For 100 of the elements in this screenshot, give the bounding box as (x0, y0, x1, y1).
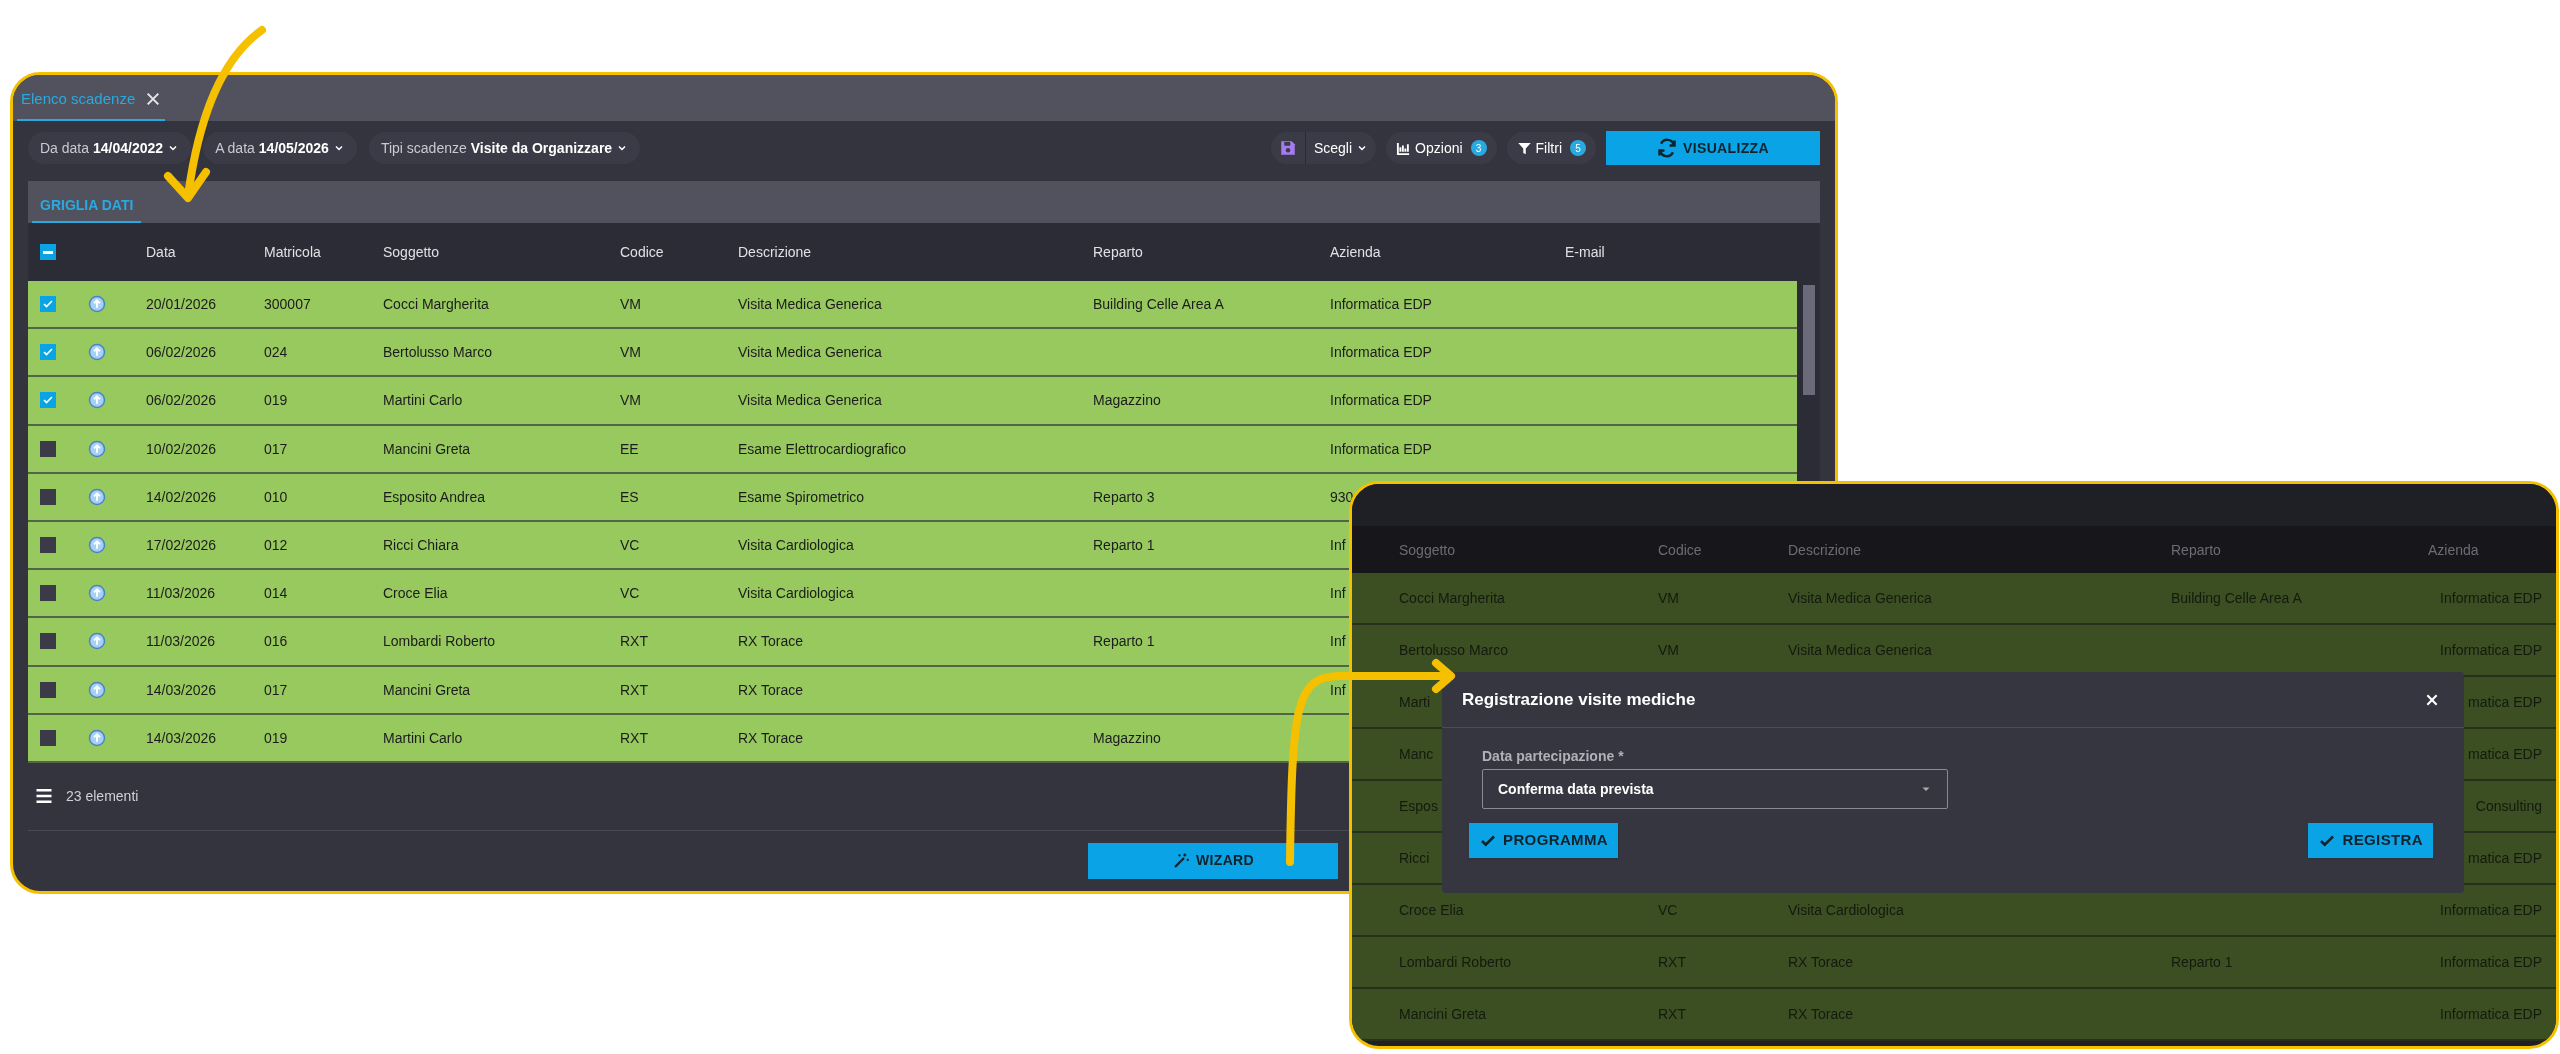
table-cell: 016 (264, 633, 288, 650)
table-cell: Visita Medica Generica (738, 392, 882, 409)
table-cell: Visita Medica Generica (738, 344, 882, 361)
table-cell: 14/03/2026 (146, 681, 217, 698)
filter-dropdown[interactable]: A data 14/05/2026 (203, 132, 357, 164)
checkbox[interactable] (40, 344, 56, 361)
table-row[interactable]: 20/01/2026 300007 Cocci Margherita VM Visita Medica Generica Building Celle Area A Informatica EDP (28, 281, 1797, 330)
table-cell: Inf (1330, 633, 1346, 650)
table-cell: Visita Cardiologica (738, 585, 854, 602)
wizard-button[interactable]: WIZARD (1088, 842, 1338, 879)
table-cell: Informatica EDP (1330, 440, 1432, 457)
table-cell: RXT (620, 729, 648, 746)
table-cell: Mancini Greta (383, 440, 471, 457)
table-cell: VM (620, 344, 641, 361)
column-header: Reparto (2171, 541, 2221, 558)
table-cell: Ricci Chiara (383, 537, 459, 554)
layout-picker[interactable]: Scegli (1270, 132, 1377, 164)
checkbox[interactable] (40, 681, 56, 698)
scrollbar-thumb[interactable] (1802, 285, 1815, 395)
filter-icon (1516, 140, 1532, 156)
column-header[interactable]: Descrizione (738, 244, 812, 260)
arrow-circle-icon (88, 680, 106, 699)
table-cell: Magazzino (1093, 729, 1161, 746)
table-cell: Mancini Greta (383, 681, 471, 698)
table-cell: Esposito Andrea (383, 488, 485, 505)
table-cell: 014 (264, 585, 288, 602)
view-button[interactable]: VISUALIZZA (1606, 131, 1820, 165)
checkbox[interactable] (40, 537, 56, 554)
table-cell: VM (620, 296, 641, 313)
checkbox[interactable] (40, 392, 56, 409)
select-field[interactable]: Conferma data prevista (1482, 769, 1948, 809)
arrow-circle-icon (88, 584, 106, 603)
table-cell: Reparto 1 (1093, 537, 1155, 554)
table-cell: EE (620, 440, 639, 457)
table-cell: RX Torace (738, 633, 804, 650)
table-cell: 06/02/2026 (146, 392, 217, 409)
filter-dropdown[interactable]: Da data 14/04/2022 (28, 132, 192, 164)
column-header[interactable]: Matricola (264, 244, 321, 260)
table-cell: Bertolusso Marco (383, 344, 492, 361)
table-cell: 06/02/2026 (146, 344, 217, 361)
checkbox[interactable] (40, 244, 56, 260)
checkbox[interactable] (40, 585, 56, 602)
table-cell: RXT (620, 681, 648, 698)
table-cell: Inf (1330, 537, 1346, 554)
check-icon (42, 346, 54, 359)
arrow-circle-icon (88, 632, 106, 651)
table-cell: ES (620, 488, 639, 505)
table-cell: Esame Spirometrico (738, 488, 865, 505)
column-header: Codice (1658, 541, 1702, 558)
checkbox[interactable] (40, 440, 56, 457)
save-icon (1278, 139, 1297, 157)
table-cell: Informatica EDP (1330, 392, 1432, 409)
action-button[interactable]: PROGRAMMA (1469, 823, 1619, 858)
item-count: 23 elementi (66, 786, 139, 806)
checkbox[interactable] (40, 633, 56, 650)
column-header[interactable]: Soggetto (383, 244, 440, 260)
checkbox[interactable] (40, 296, 56, 313)
table-cell: 019 (264, 729, 288, 746)
arrow-circle-icon (88, 728, 106, 747)
picker-label: Scegli (1313, 138, 1353, 158)
column-header[interactable]: E-mail (1565, 244, 1605, 260)
table-cell: 930 (1330, 488, 1354, 505)
table-cell: Magazzino (1093, 392, 1161, 409)
chart-button[interactable]: Opzioni 3 (1386, 132, 1497, 164)
arrow-circle-icon (88, 295, 106, 314)
arrow-circle-icon (88, 391, 106, 410)
column-header[interactable]: Reparto (1093, 244, 1143, 260)
action-button[interactable]: REGISTRA (2308, 823, 2433, 858)
arrow-circle-icon (88, 487, 106, 506)
dialog-title: Registrazione visite mediche (1462, 688, 1696, 711)
table-cell: RXT (620, 633, 648, 650)
table-cell: 019 (264, 392, 288, 409)
table-cell: 010 (264, 488, 288, 505)
table-cell: 11/03/2026 (146, 633, 216, 650)
table-cell: 017 (264, 440, 288, 457)
table-cell: 14/02/2026 (146, 488, 217, 505)
count-badge: 3 (1470, 140, 1487, 156)
filter-button[interactable]: Filtri 5 (1506, 132, 1596, 164)
table-cell: 17/02/2026 (146, 537, 217, 554)
check-icon (42, 394, 54, 407)
table-cell: 300007 (264, 296, 311, 313)
table-cell: Reparto 3 (1093, 488, 1155, 505)
column-header[interactable]: Azienda (1330, 244, 1381, 260)
table-cell: VM (620, 392, 641, 409)
table-row[interactable]: 06/02/2026 024 Bertolusso Marco VM Visita Medica Generica Informatica EDP (28, 329, 1797, 378)
table-cell: 024 (264, 344, 288, 361)
table-cell: VC (620, 537, 640, 554)
table-cell: Lombardi Roberto (383, 633, 496, 650)
arrow-circle-icon (88, 536, 106, 555)
filter-dropdown[interactable]: Tipi scadenze Visite da Organizzare (368, 132, 641, 164)
table-row[interactable]: 06/02/2026 019 Martini Carlo VM Visita Medica Generica Magazzino Informatica EDP (28, 377, 1797, 426)
table-cell: 10/02/2026 (146, 440, 217, 457)
column-header[interactable]: Codice (620, 244, 664, 260)
column-header[interactable]: Data (146, 244, 176, 260)
column-header: Azienda (2428, 541, 2479, 558)
table-cell: Inf (1330, 585, 1346, 602)
checkbox[interactable] (40, 729, 56, 746)
arrow-circle-icon (88, 439, 106, 458)
table-row[interactable]: 10/02/2026 017 Mancini Greta EE Esame Elettrocardiografico Informatica EDP (28, 425, 1797, 474)
checkbox[interactable] (40, 488, 56, 505)
